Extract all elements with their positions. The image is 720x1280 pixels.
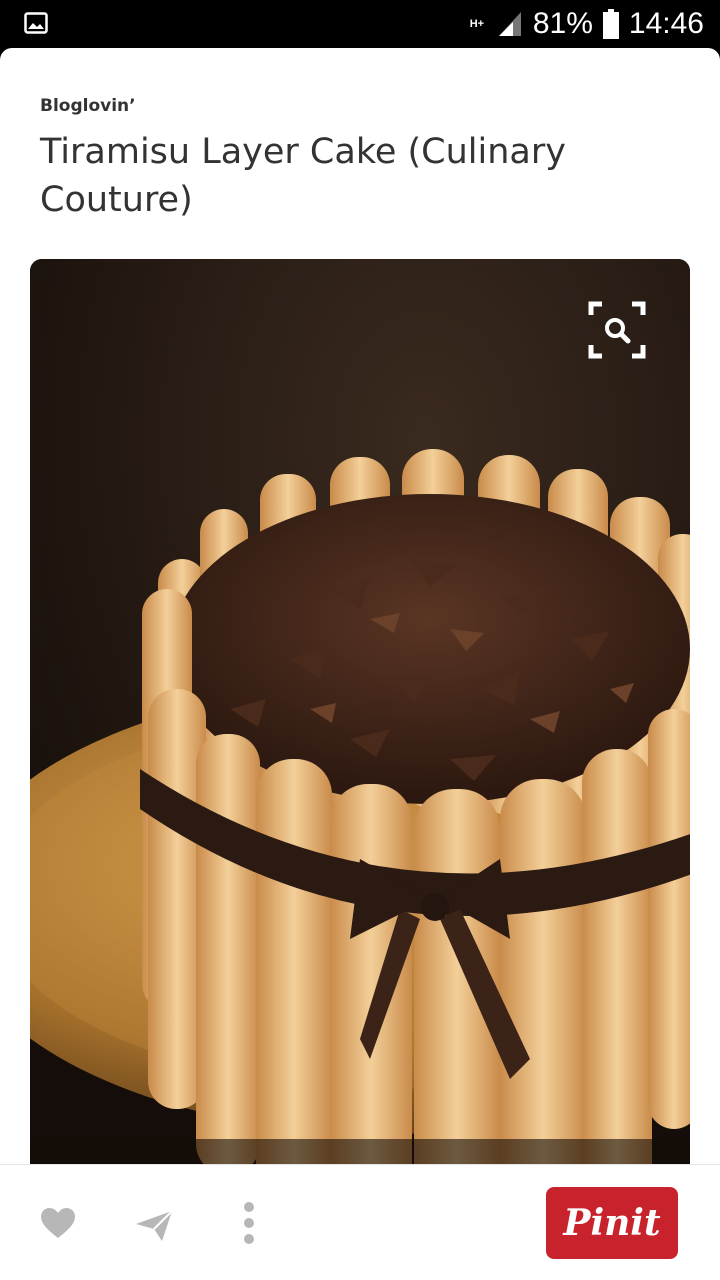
- pin-it-button[interactable]: Pinit: [546, 1187, 678, 1259]
- status-bar: H+ 81% 14:46: [0, 0, 720, 48]
- visual-search-icon[interactable]: [588, 301, 646, 359]
- battery-icon: [602, 9, 619, 39]
- pin-title: Tiramisu Layer Cake (Culinary Couture): [40, 132, 566, 220]
- network-type-indicator: H+: [469, 17, 485, 30]
- action-bar: Pinit: [0, 1165, 720, 1280]
- more-icon[interactable]: [238, 1201, 260, 1245]
- signal-icon: [498, 12, 521, 36]
- pin-image[interactable]: [30, 259, 690, 1164]
- gallery-notification-icon: [24, 12, 48, 34]
- battery-percent: 81%: [532, 7, 593, 40]
- clock: 14:46: [628, 7, 704, 40]
- pin-source[interactable]: Bloglovin’: [40, 96, 136, 116]
- heart-icon[interactable]: [40, 1207, 76, 1239]
- send-icon[interactable]: [134, 1209, 174, 1243]
- tiramisu-cake-photo: [30, 259, 690, 1164]
- pin-card: Bloglovin’ Tiramisu Layer Cake (Culinary…: [0, 48, 720, 1280]
